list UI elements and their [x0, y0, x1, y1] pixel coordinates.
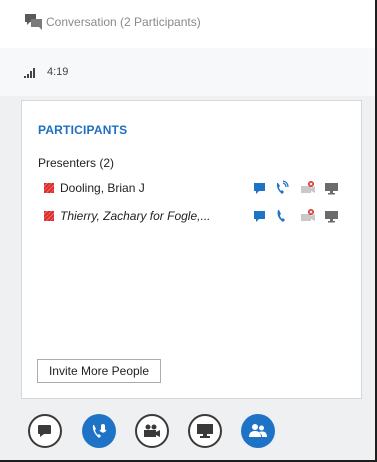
call-timer: 4:19 [47, 66, 69, 78]
chat-button[interactable] [28, 414, 62, 448]
microphone-button[interactable] [82, 414, 116, 448]
microphone-icon [92, 424, 107, 438]
presence-busy-icon [44, 183, 54, 193]
people-icon [249, 424, 267, 437]
participants-heading: PARTICIPANTS [38, 123, 128, 137]
phone-speaking-icon[interactable] [274, 180, 290, 196]
present-button[interactable] [188, 414, 222, 448]
presenters-group-label[interactable]: Presenters (2) [38, 156, 114, 170]
participant-row[interactable]: Dooling, Brian J [38, 180, 353, 198]
participant-name: Dooling, Brian J [60, 181, 145, 195]
participant-row[interactable]: Thierry, Zachary for Fogle,... [38, 208, 353, 226]
present-icon [197, 424, 213, 438]
invite-more-people-button[interactable]: Invite More People [37, 359, 161, 383]
presence-busy-icon [44, 211, 54, 221]
participants-panel: PARTICIPANTS Presenters (2) Dooling, Bri… [21, 100, 362, 399]
call-toolbar [0, 414, 375, 460]
video-icon [144, 424, 160, 437]
conversation-window: Conversation (2 Participants) 4:19 PARTI… [0, 0, 377, 462]
conversation-icon [25, 14, 42, 30]
screen-share-icon[interactable] [324, 180, 340, 196]
phone-icon[interactable] [274, 208, 290, 224]
participant-name: Thierry, Zachary for Fogle,... [60, 209, 211, 223]
video-button[interactable] [135, 414, 169, 448]
participants-button[interactable] [241, 414, 275, 448]
title-bar: Conversation (2 Participants) [0, 0, 375, 48]
video-off-icon[interactable] [300, 180, 316, 196]
video-off-icon[interactable] [300, 208, 316, 224]
window-title: Conversation (2 Participants) [46, 15, 201, 29]
screen-share-icon[interactable] [324, 208, 340, 224]
chat-icon [38, 425, 51, 437]
signal-strength-icon [24, 68, 35, 78]
chat-icon[interactable] [252, 180, 268, 196]
chat-icon[interactable] [252, 208, 268, 224]
